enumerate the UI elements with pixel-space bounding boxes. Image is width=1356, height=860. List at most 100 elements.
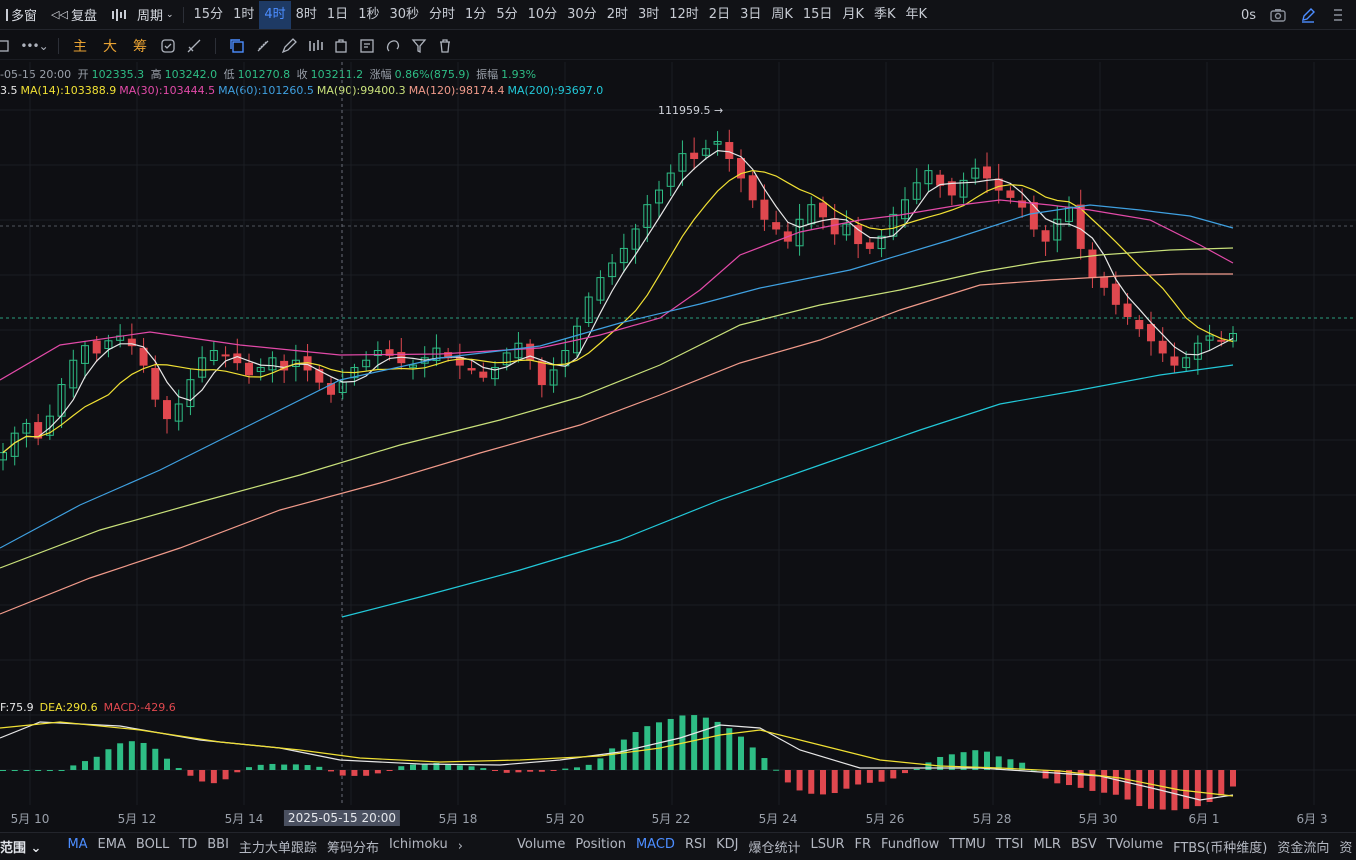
- timeframe-tab[interactable]: 1分: [460, 1, 491, 29]
- timeframe-tab[interactable]: 3时: [633, 1, 664, 29]
- sub-indicator-tab[interactable]: FR: [850, 837, 877, 856]
- sub-indicator-tab[interactable]: KDJ: [711, 837, 743, 856]
- macd-histogram-bar: [656, 722, 662, 770]
- drawing-tools-button[interactable]: [181, 34, 207, 58]
- sub-indicator-tab[interactable]: TTSI: [991, 837, 1029, 856]
- multi-window-button[interactable]: 多窗: [0, 5, 41, 24]
- macd-histogram-bar: [58, 770, 65, 771]
- timeframe-tab[interactable]: 2时: [602, 1, 633, 29]
- square-tool-button[interactable]: [0, 34, 16, 58]
- high-marker-value: 111959.5: [658, 104, 711, 117]
- overlay-tab[interactable]: 主力大单跟踪: [234, 837, 322, 856]
- trash-button[interactable]: [432, 34, 458, 58]
- macd-histogram-bar: [1042, 770, 1049, 779]
- chevron-right-icon[interactable]: ›: [453, 839, 468, 854]
- overlay-indicators: MA EMA BOLL TD BBI 主力大单跟踪 筹码分布 Ichimoku: [62, 837, 452, 856]
- candle-body: [830, 218, 839, 235]
- timeframe-tab[interactable]: 4时: [259, 0, 291, 29]
- timeframe-tab[interactable]: 2日: [704, 1, 735, 29]
- overlay-tab[interactable]: BOLL: [131, 837, 174, 856]
- calendar-lock-button[interactable]: [328, 34, 354, 58]
- overlay-tab[interactable]: TD: [174, 837, 202, 856]
- overlay-tab[interactable]: MA: [62, 837, 92, 856]
- timeframe-tab[interactable]: 月K: [837, 1, 869, 29]
- macd-histogram-bar: [1054, 770, 1061, 784]
- overlay-tab[interactable]: BBI: [202, 837, 234, 856]
- pen-button[interactable]: [276, 34, 302, 58]
- timeframe-tab[interactable]: 年K: [901, 1, 933, 29]
- settings-check-button[interactable]: [155, 34, 181, 58]
- range-dropdown[interactable]: 范围 ⌄: [0, 837, 46, 856]
- timeframe-tab[interactable]: 周K: [766, 1, 798, 29]
- chip-distribution-tool[interactable]: 筹: [125, 36, 155, 56]
- timeframe-tab[interactable]: 12时: [664, 1, 704, 29]
- sub-indicator-tab[interactable]: MLR: [1028, 837, 1066, 856]
- sub-indicator-tab[interactable]: BSV: [1066, 837, 1102, 856]
- timeframe-tab[interactable]: 1日: [322, 1, 353, 29]
- filter-button[interactable]: [406, 34, 432, 58]
- macd-histogram-bar: [269, 763, 276, 770]
- timeframe-tab[interactable]: 30秒: [384, 1, 424, 29]
- camera-icon[interactable]: [1270, 8, 1286, 22]
- sub-indicator-tab[interactable]: 资金流向: [1272, 837, 1334, 856]
- indicator-bar: 范围 ⌄ MA EMA BOLL TD BBI 主力大单跟踪 筹码分布 Ichimoku › …: [0, 832, 1356, 860]
- macd-histogram-bar: [128, 741, 135, 770]
- drawing-tools-icon: [187, 39, 201, 52]
- macd-histogram-bar: [328, 770, 334, 772]
- timeframe-tab[interactable]: 10分: [523, 1, 563, 29]
- sub-indicator-tab[interactable]: Volume: [512, 837, 570, 856]
- sub-indicator-tab[interactable]: TTMU: [944, 837, 990, 856]
- macd-histogram-bar: [925, 762, 932, 770]
- macd-histogram-bar: [1089, 770, 1096, 791]
- timeframe-tab[interactable]: 5分: [491, 1, 522, 29]
- overlay-tab[interactable]: Ichimoku: [384, 837, 453, 856]
- copy-button[interactable]: [224, 34, 250, 58]
- macd-histogram-bar: [480, 768, 487, 770]
- sub-indicator-tab[interactable]: Fundflow: [876, 837, 944, 856]
- macd-histogram-bar: [667, 718, 674, 770]
- edit-icon[interactable]: [1300, 7, 1316, 23]
- timeframe-tab[interactable]: 15分: [189, 1, 229, 29]
- candle-body: [245, 362, 253, 376]
- macd-value: F:75.9: [0, 701, 34, 714]
- replay-button[interactable]: ◁◁ 复盘: [47, 5, 101, 24]
- time-axis-label: 5月 14: [224, 812, 264, 826]
- more-button[interactable]: •••⌄: [16, 34, 52, 58]
- candle-body: [479, 371, 488, 378]
- overlay-tab[interactable]: 筹码分布: [322, 837, 384, 856]
- timeframe-tab[interactable]: 30分: [562, 1, 602, 29]
- overlay-tab[interactable]: EMA: [93, 837, 131, 856]
- sub-indicator-tab[interactable]: TVolume: [1102, 837, 1168, 856]
- sub-indicator-tab[interactable]: Position: [570, 837, 631, 856]
- main-chart-tool[interactable]: 主: [65, 36, 95, 56]
- time-axis-label: 5月 30: [1078, 812, 1118, 826]
- settings-icon[interactable]: [1330, 7, 1346, 23]
- timeframe-tab[interactable]: 1秒: [353, 1, 384, 29]
- sub-indicator-tab[interactable]: 资: [1334, 837, 1356, 856]
- sub-indicator-tab[interactable]: 爆仓统计: [743, 837, 805, 856]
- macd-histogram-bar: [445, 764, 452, 770]
- ruler-button[interactable]: [250, 34, 276, 58]
- time-axis-label: 5月 20: [545, 812, 585, 826]
- sub-indicator-tab[interactable]: FTBS(币种维度): [1168, 837, 1272, 856]
- macd-histogram-bar: [644, 726, 651, 770]
- timeframe-tab[interactable]: 1时: [228, 1, 259, 29]
- note-button[interactable]: [354, 34, 380, 58]
- sub-indicator-tab[interactable]: MACD: [631, 837, 680, 856]
- timeframe-tab[interactable]: 季K: [869, 1, 901, 29]
- candle-body: [748, 175, 757, 201]
- period-dropdown[interactable]: 周期 ⌄: [133, 5, 178, 24]
- candle-type-button[interactable]: [107, 8, 133, 22]
- price-chart[interactable]: [0, 62, 1356, 832]
- compare-button[interactable]: [302, 34, 328, 58]
- macd-histogram-bar: [515, 770, 522, 773]
- sub-indicator-tab[interactable]: RSI: [680, 837, 711, 856]
- timeframe-tab[interactable]: 8时: [291, 1, 322, 29]
- timeframe-tab[interactable]: 3日: [735, 1, 766, 29]
- sub-indicator-tab[interactable]: LSUR: [805, 837, 849, 856]
- timeframe-bar: 多窗 ◁◁ 复盘 周期 ⌄ 15分 1时 4时 8时 1日 1秒 30秒 分时 1分 5分 10分 3…: [0, 0, 1356, 30]
- timeframe-tab[interactable]: 分时: [424, 1, 460, 29]
- timeframe-tab[interactable]: 15日: [798, 1, 838, 29]
- magnet-button[interactable]: [380, 34, 406, 58]
- big-order-tool[interactable]: 大: [95, 36, 125, 56]
